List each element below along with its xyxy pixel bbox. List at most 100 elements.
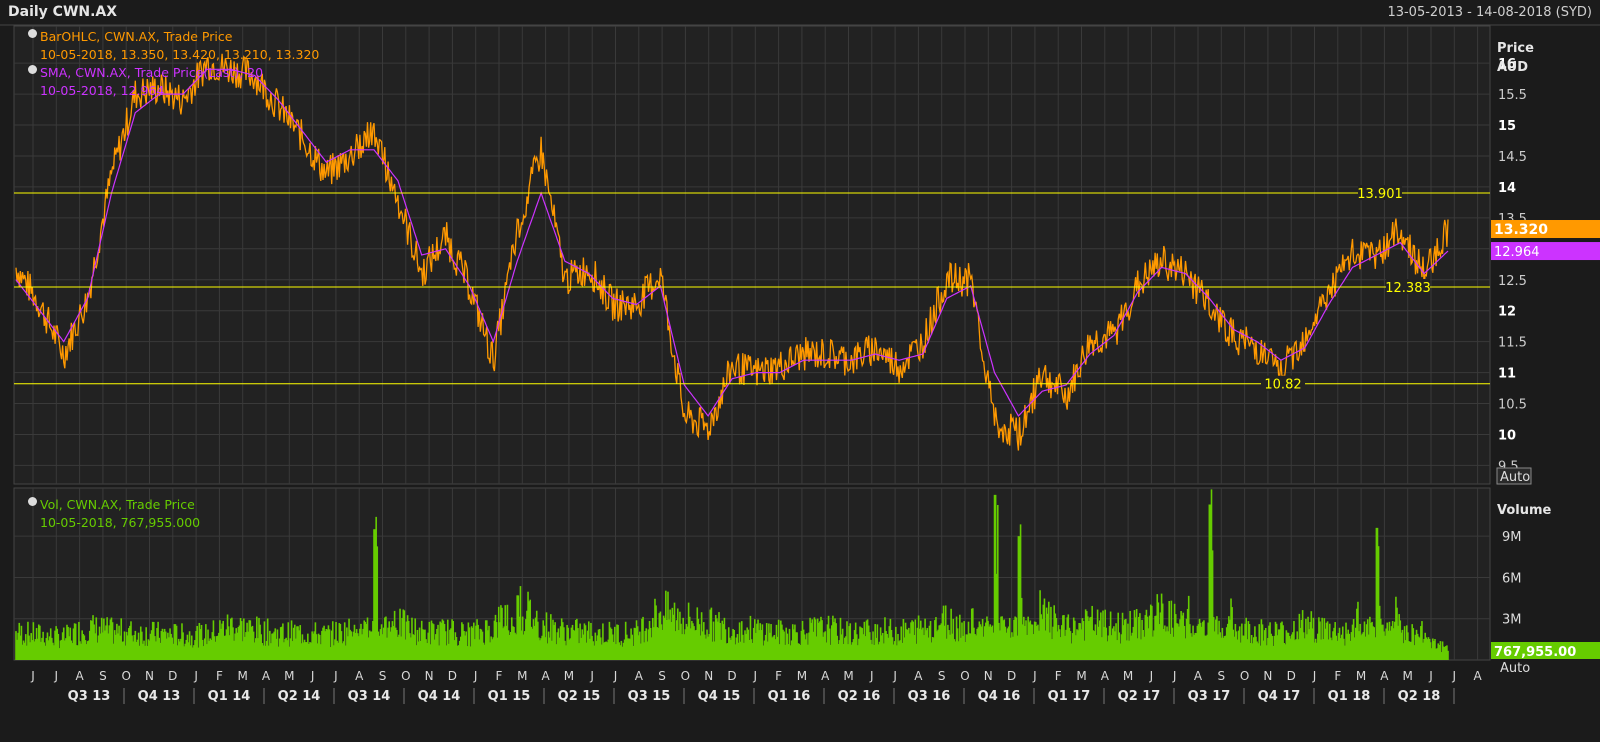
chart-canvas[interactable]: JJASONDJFMAMJJASONDJFMAMJJASONDJFMAMJJAS… xyxy=(0,0,1600,742)
month-label: N xyxy=(1263,669,1272,683)
quarter-label: Q2 14 xyxy=(278,689,321,704)
price-tick-label: 11 xyxy=(1498,367,1516,382)
quarter-label: Q1 17 xyxy=(1048,689,1091,704)
price-auto-label: Auto xyxy=(1500,470,1530,485)
month-label: J xyxy=(613,669,618,683)
month-label: A xyxy=(1473,669,1482,683)
level-label: 12.383 xyxy=(1385,281,1431,296)
month-label: O xyxy=(1240,669,1249,683)
month-label: F xyxy=(1055,669,1062,683)
month-label: N xyxy=(425,669,434,683)
bar-legend-values: 10-05-2018, 13.350, 13.420, 13.210, 13.3… xyxy=(40,47,320,62)
quarter-label: Q1 14 xyxy=(208,689,251,704)
month-label: M xyxy=(1076,669,1086,683)
month-label: A xyxy=(1194,669,1203,683)
month-label: J xyxy=(473,669,478,683)
month-label: A xyxy=(821,669,830,683)
date-range: 13-05-2013 - 14-08-2018 (SYD) xyxy=(1387,5,1592,20)
month-label: J xyxy=(1428,669,1433,683)
month-label: D xyxy=(1287,669,1296,683)
month-label: J xyxy=(1312,669,1317,683)
price-tick-label: 14 xyxy=(1498,181,1516,196)
month-label: J xyxy=(753,669,758,683)
month-label: M xyxy=(797,669,807,683)
last-volume-label: 767,955.00 xyxy=(1494,645,1576,660)
quarter-label: Q1 15 xyxy=(488,689,531,704)
quarter-label: Q2 17 xyxy=(1118,689,1161,704)
price-tick-label: 10.5 xyxy=(1498,398,1527,413)
price-tick-label: 11.5 xyxy=(1498,336,1527,351)
quarter-label: Q3 14 xyxy=(348,689,391,704)
quarter-label: Q2 16 xyxy=(838,689,881,704)
month-label: O xyxy=(681,669,690,683)
month-label: A xyxy=(355,669,364,683)
quarter-label: Q4 15 xyxy=(698,689,741,704)
month-label: A xyxy=(1101,669,1110,683)
month-label: F xyxy=(1334,669,1341,683)
quarter-label: Q1 18 xyxy=(1328,689,1371,704)
month-label: J xyxy=(589,669,594,683)
month-label: M xyxy=(564,669,574,683)
month-label: M xyxy=(1403,669,1413,683)
level-label: 10.82 xyxy=(1264,378,1301,393)
quarter-label: Q3 16 xyxy=(908,689,951,704)
last-price-label: 13.320 xyxy=(1494,222,1548,238)
price-legend: BarOHLC, CWN.AX, Trade Price 10-05-2018,… xyxy=(28,28,319,100)
month-label: J xyxy=(892,669,897,683)
volume-auto-label: Auto xyxy=(1500,661,1530,676)
month-label: A xyxy=(262,669,271,683)
month-label: D xyxy=(727,669,736,683)
quarter-label: Q4 16 xyxy=(978,689,1021,704)
quarter-label: Q2 18 xyxy=(1398,689,1441,704)
month-label: F xyxy=(496,669,503,683)
price-tick-label: 15 xyxy=(1498,119,1516,134)
month-label: J xyxy=(30,669,35,683)
month-label: A xyxy=(75,669,84,683)
month-label: F xyxy=(216,669,223,683)
month-label: J xyxy=(1032,669,1037,683)
sma-legend-title: SMA, CWN.AX, Trade Price(Last), 20 xyxy=(40,65,264,80)
month-label: A xyxy=(635,669,644,683)
month-label: J xyxy=(1452,669,1457,683)
month-label: A xyxy=(1380,669,1389,683)
legend-toggle-icon[interactable] xyxy=(28,29,37,38)
month-label: N xyxy=(984,669,993,683)
month-label: N xyxy=(704,669,713,683)
quarter-label: Q4 13 xyxy=(138,689,181,704)
legend-toggle-icon[interactable] xyxy=(28,497,37,506)
month-label: D xyxy=(1007,669,1016,683)
month-label: S xyxy=(1217,669,1225,683)
sma-legend-values: 10-05-2018, 12.964 xyxy=(40,83,165,98)
price-tick-label: 12 xyxy=(1498,305,1516,320)
month-label: A xyxy=(541,669,550,683)
price-tick-label: 10 xyxy=(1498,428,1516,443)
month-label: J xyxy=(193,669,198,683)
month-label: D xyxy=(168,669,177,683)
quarter-label: Q4 14 xyxy=(418,689,461,704)
quarter-label: Q3 17 xyxy=(1188,689,1231,704)
quarter-label: Q3 15 xyxy=(628,689,671,704)
month-label: J xyxy=(54,669,59,683)
last-sma-label: 12.964 xyxy=(1494,245,1540,260)
price-tick-label: 12.5 xyxy=(1498,274,1527,289)
level-label: 13.901 xyxy=(1357,187,1403,202)
month-label: J xyxy=(869,669,874,683)
volume-legend: Vol, CWN.AX, Trade Price 10-05-2018, 767… xyxy=(28,496,200,532)
chart-window: JJASONDJFMAMJJASONDJFMAMJJASONDJFMAMJJAS… xyxy=(0,0,1600,742)
month-label: M xyxy=(284,669,294,683)
month-label: O xyxy=(401,669,410,683)
quarter-label: Q3 13 xyxy=(68,689,111,704)
legend-toggle-icon[interactable] xyxy=(28,65,37,74)
month-label: F xyxy=(775,669,782,683)
month-label: D xyxy=(448,669,457,683)
bar-legend-title: BarOHLC, CWN.AX, Trade Price xyxy=(40,29,233,44)
month-label: M xyxy=(1123,669,1133,683)
month-label: S xyxy=(938,669,946,683)
month-label: J xyxy=(310,669,315,683)
volume-tick-label: 3M xyxy=(1502,613,1522,628)
month-label: N xyxy=(145,669,154,683)
month-label: M xyxy=(517,669,527,683)
volume-tick-label: 9M xyxy=(1502,530,1522,545)
volume-tick-label: 6M xyxy=(1502,571,1522,586)
quarter-label: Q4 17 xyxy=(1258,689,1301,704)
